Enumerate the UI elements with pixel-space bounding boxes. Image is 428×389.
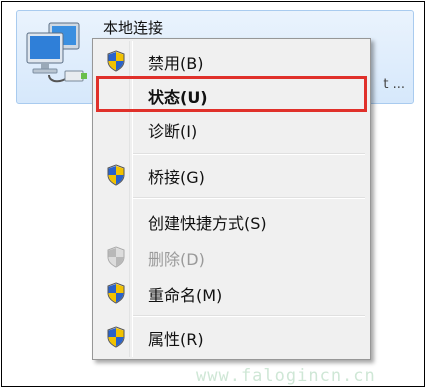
menu-item-label: 属性(R) [148, 330, 204, 349]
menu-item-rename[interactable]: 重命名(M) [96, 277, 367, 307]
uac-shield-icon [107, 326, 125, 348]
menu-item-label: 禁用(B) [148, 54, 204, 73]
adapter-description: t ... [383, 77, 405, 92]
menu-item-label: 删除(D) [148, 250, 205, 269]
menu-item-label: 创建快捷方式(S) [148, 214, 267, 233]
uac-shield-icon [107, 282, 125, 304]
menu-item-label: 诊断(I) [148, 122, 198, 141]
menu-separator [133, 197, 365, 199]
menu-item-disable[interactable]: 禁用(B) [96, 45, 367, 75]
adapter-name: 本地连接 [103, 19, 164, 37]
menu-separator [133, 153, 365, 155]
highlight-box [96, 76, 367, 112]
uac-shield-icon [107, 246, 125, 268]
uac-shield-icon [107, 50, 125, 72]
menu-item-create-shortcut[interactable]: 创建快捷方式(S) [96, 205, 367, 235]
menu-separator [133, 315, 365, 317]
menu-item-diagnose[interactable]: 诊断(I) [96, 113, 367, 143]
menu-item-bridge[interactable]: 桥接(G) [96, 159, 367, 189]
menu-item-properties[interactable]: 属性(R) [96, 321, 367, 351]
menu-item-delete[interactable]: 删除(D) [96, 241, 367, 271]
uac-shield-icon [107, 164, 125, 186]
menu-item-label: 桥接(G) [148, 168, 205, 187]
menu-item-label: 重命名(M) [148, 286, 223, 305]
watermark: www.falogincn.cn [196, 366, 376, 386]
